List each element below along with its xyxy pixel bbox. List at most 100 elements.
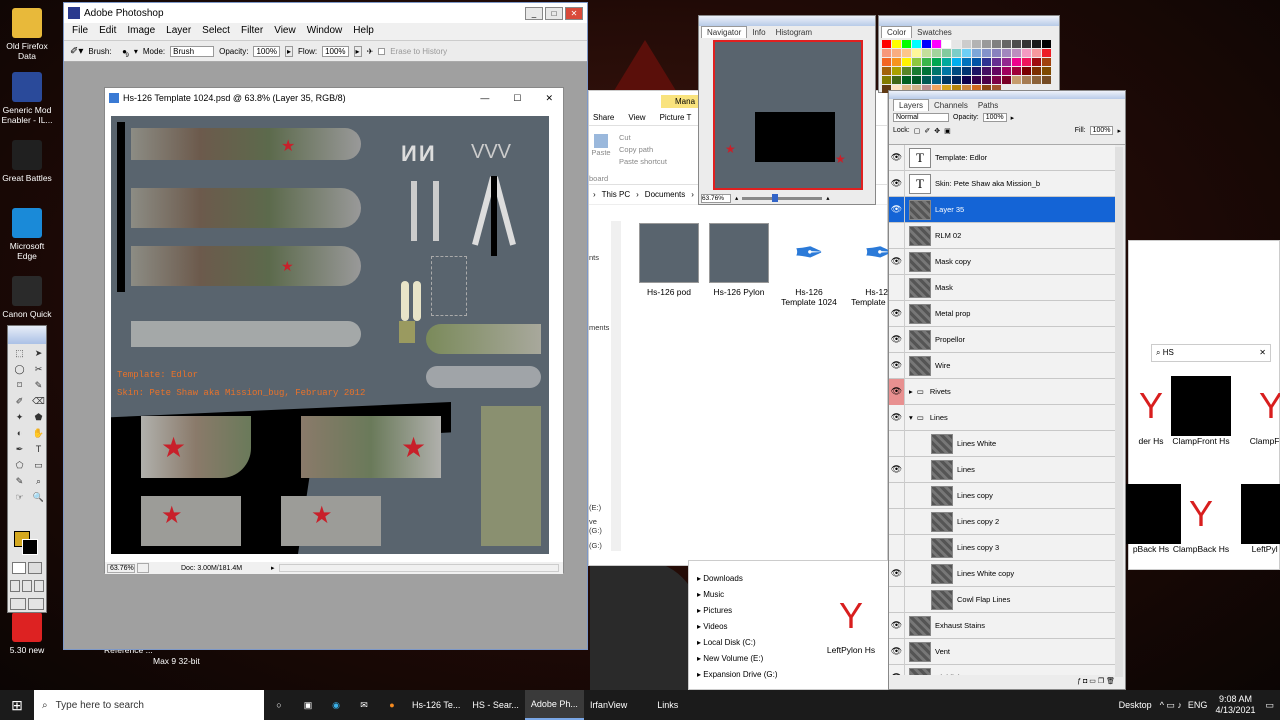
panel-tab[interactable]: Layers [893,99,930,111]
tool-icon[interactable]: ✦ [12,410,27,425]
brush-preset[interactable]: ● [117,47,133,56]
tool-icon[interactable]: 🔍 [31,490,46,505]
swatch[interactable] [1032,76,1041,84]
swatch[interactable] [1002,67,1011,75]
eye-icon[interactable]: 👁 [889,404,905,431]
layer-row[interactable]: 👁 Lines White copy [889,560,1115,587]
eye-icon[interactable]: 👁 [889,196,905,223]
eye-icon[interactable]: 👁 [889,612,905,639]
doc-close-button[interactable]: ✕ [545,93,553,104]
start-button[interactable]: ⊞ [0,697,34,714]
swatch[interactable] [992,49,1001,57]
explorer-scrollbar[interactable] [611,221,621,551]
file-item[interactable]: ✒ Hs-126 Template 1024 [777,223,841,307]
tray-icons[interactable]: ^ ▭ ♪ [1160,700,1182,711]
edge-icon[interactable]: ◉ [322,700,350,711]
nav-item[interactable]: ▸ Music [697,587,777,603]
tool-icon[interactable]: ➤ [31,346,46,361]
erase-history-checkbox[interactable] [378,47,386,55]
swatch[interactable] [892,67,901,75]
menu-item[interactable]: File [72,25,88,38]
tool-icon[interactable]: ◯ [12,362,27,377]
swatch[interactable] [1032,67,1041,75]
swatch[interactable] [952,40,961,48]
swatch[interactable] [932,58,941,66]
layer-row[interactable]: 👁 Wire [889,352,1115,379]
panel-tab[interactable]: Color [881,26,913,38]
swatch[interactable] [942,40,951,48]
layer-row[interactable]: Lines copy 3 [889,534,1115,561]
tool-icon[interactable]: ✒ [12,442,27,457]
eye-icon[interactable]: 👁 [889,638,905,665]
swatch[interactable] [952,58,961,66]
eye-hidden-slot[interactable] [889,508,905,535]
tool-icon[interactable]: ✂ [31,362,46,377]
panel-tab[interactable]: Channels [929,100,973,111]
clock[interactable]: 9:08 AM 4/13/2021 [1215,694,1255,716]
swatch[interactable] [922,58,931,66]
desktop-icon[interactable]: Generic Mod Enabler - IL... [0,72,54,125]
layer-row[interactable]: 👁 Propellor [889,326,1115,353]
swatch[interactable] [1002,49,1011,57]
file-item[interactable]: Hs-126 Pylon [707,223,771,297]
layer-mask-icon[interactable]: ◘ [1083,678,1087,685]
swatch[interactable] [1042,58,1051,66]
swatch[interactable] [952,67,961,75]
swatch[interactable] [892,49,901,57]
fill-field[interactable]: 100% [1089,126,1114,135]
search-result[interactable]: Y ClampF Hs [1239,376,1280,446]
eye-hidden-slot[interactable] [889,586,905,613]
tool-icon[interactable]: ⌫ [31,394,46,409]
desktop-icon[interactable]: Canon Quick [0,276,54,319]
layer-row[interactable]: 👁 T Template: Edlor [889,145,1115,171]
swatch[interactable] [962,40,971,48]
eye-icon[interactable]: 👁 [889,560,905,587]
paste-button[interactable]: Paste [591,134,611,164]
tool-icon[interactable]: T [31,442,46,457]
swatch[interactable] [962,67,971,75]
swatch[interactable] [982,67,991,75]
swatch[interactable] [1012,58,1021,66]
swatch[interactable] [1002,40,1011,48]
desktop-toolbar[interactable]: Desktop [1119,700,1152,710]
taskbar-app[interactable]: IrfanView [584,690,633,720]
tool-icon[interactable]: ✎ [12,474,27,489]
blend-mode-select[interactable]: Normal [893,113,949,122]
desktop-icon[interactable]: 5.30 new [0,612,54,655]
eye-hidden-slot[interactable] [889,534,905,561]
swatch[interactable] [932,67,941,75]
swatch[interactable] [1002,76,1011,84]
eye-icon[interactable]: 👁 [889,170,905,197]
eye-hidden-slot[interactable] [889,274,905,301]
lock-position-icon[interactable]: ✥ [934,127,940,135]
tool-icon[interactable]: ✐ [12,394,27,409]
new-layer-icon[interactable]: ❐ [1098,678,1104,685]
ribbon-tab[interactable]: Share [593,113,614,122]
airbrush-icon[interactable]: ✈ [367,47,374,56]
layer-row[interactable]: Lines White [889,430,1115,457]
menu-item[interactable]: Layer [166,25,191,38]
canvas[interactable]: ★ ★ ИИ VVV Template: Edlor Skin: Pete Sh… [111,116,549,554]
swatch[interactable] [1022,58,1031,66]
swatch[interactable] [912,76,921,84]
taskbar-search[interactable]: ⌕ Type here to search [34,690,264,720]
search-box[interactable]: ⌕ HS ✕ [1151,344,1271,362]
layer-row[interactable]: Lines copy [889,482,1115,509]
layer-row[interactable]: 👁 T Skin: Pete Shaw aka Mission_b [889,170,1115,197]
firefox-icon[interactable]: ● [378,700,406,710]
swatch[interactable] [1012,49,1021,57]
swatch[interactable] [882,58,891,66]
swatch[interactable] [992,58,1001,66]
ribbon-tab[interactable]: Picture T [660,113,692,122]
swatch[interactable] [972,40,981,48]
language-indicator[interactable]: ENG [1188,700,1208,710]
swatch[interactable] [1022,76,1031,84]
eye-hidden-slot[interactable] [889,482,905,509]
nav-item[interactable]: ▸ New Volume (E:) [697,651,777,667]
eye-hidden-slot[interactable] [889,222,905,249]
close-button[interactable]: ✕ [565,6,583,20]
tool-icon[interactable]: ⬟ [31,410,46,425]
eye-icon[interactable]: 👁 [889,352,905,379]
search-result[interactable]: Y ClampBack Hs [1169,484,1233,554]
swatch[interactable] [892,40,901,48]
